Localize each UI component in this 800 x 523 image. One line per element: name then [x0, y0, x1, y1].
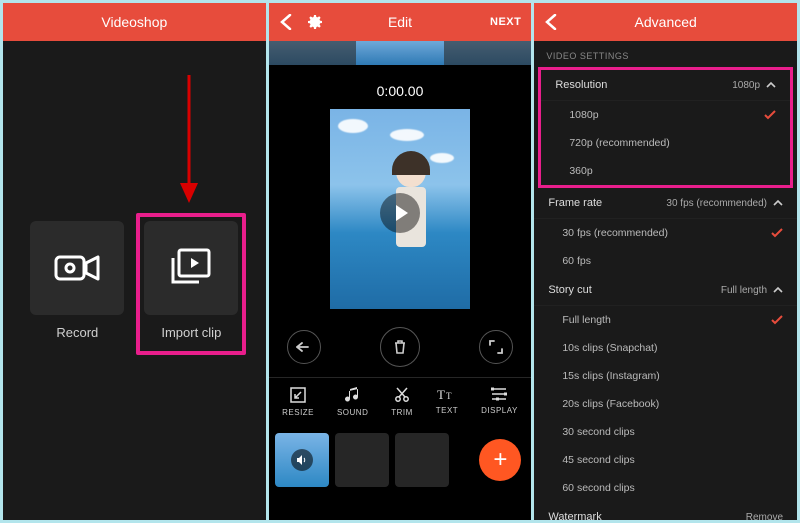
add-clip-button[interactable]: + — [479, 439, 521, 481]
import-label: Import clip — [161, 325, 221, 340]
tool-display[interactable]: DISPLAY — [481, 386, 518, 417]
clip-thumb-1[interactable] — [275, 433, 329, 487]
tool-sound[interactable]: SOUND — [337, 386, 368, 417]
record-tile-wrap: Record — [30, 221, 124, 340]
edit-title: Edit — [388, 14, 412, 30]
toolbar: RESIZE SOUND TRIM TT TEXT DISPLAY — [269, 377, 532, 429]
clip-slot-empty[interactable] — [395, 433, 449, 487]
check-icon — [771, 315, 783, 325]
tool-text[interactable]: TT TEXT — [436, 386, 458, 417]
screen-advanced: Advanced VIDEO SETTINGS Resolution 1080p… — [534, 3, 797, 520]
check-icon — [764, 110, 776, 120]
option-15s[interactable]: 15s clips (Instagram) — [534, 362, 797, 390]
preview-area — [269, 109, 532, 317]
chevron-up-icon — [766, 80, 776, 90]
option-10s[interactable]: 10s clips (Snapchat) — [534, 334, 797, 362]
svg-text:T: T — [437, 387, 445, 402]
option-60s[interactable]: 60 second clips — [534, 474, 797, 502]
control-row — [269, 317, 532, 377]
mute-icon — [291, 449, 313, 471]
clip-row: + — [269, 429, 532, 493]
back-icon[interactable] — [544, 14, 558, 30]
record-button[interactable] — [30, 221, 124, 315]
gear-icon[interactable] — [307, 14, 323, 30]
delete-button[interactable] — [380, 327, 420, 367]
record-label: Record — [56, 325, 98, 340]
section-video-settings: VIDEO SETTINGS — [534, 41, 797, 67]
tool-resize[interactable]: RESIZE — [282, 386, 314, 417]
annotation-arrow — [178, 75, 200, 205]
screen-videoshop: Videoshop Record — [3, 3, 266, 520]
header: Videoshop — [3, 3, 266, 41]
edit-body: 0:00.00 RESIZE — [269, 65, 532, 520]
tool-trim[interactable]: TRIM — [391, 386, 413, 417]
undo-button[interactable] — [287, 330, 321, 364]
import-clip-button[interactable] — [144, 221, 238, 315]
play-button[interactable] — [380, 193, 420, 233]
annotation-highlight-resolution: Resolution 1080p 1080p 720p (recommended… — [538, 67, 793, 188]
advanced-title: Advanced — [635, 14, 697, 30]
header: Edit NEXT — [269, 3, 532, 41]
import-clip-icon — [169, 248, 213, 288]
camera-icon — [54, 251, 100, 285]
option-360p[interactable]: 360p — [541, 157, 790, 185]
option-1080p[interactable]: 1080p — [541, 101, 790, 129]
option-30s[interactable]: 30 second clips — [534, 418, 797, 446]
option-30fps[interactable]: 30 fps (recommended) — [534, 219, 797, 247]
advanced-body: VIDEO SETTINGS Resolution 1080p 1080p 72… — [534, 41, 797, 520]
import-tile-wrap: Import clip — [144, 221, 238, 340]
setting-resolution[interactable]: Resolution 1080p — [541, 70, 790, 101]
next-button[interactable]: NEXT — [490, 16, 521, 28]
option-45s[interactable]: 45 second clips — [534, 446, 797, 474]
app-title: Videoshop — [101, 14, 167, 30]
option-720p[interactable]: 720p (recommended) — [541, 129, 790, 157]
chevron-up-icon — [773, 285, 783, 295]
clip-slot-empty[interactable] — [335, 433, 389, 487]
setting-watermark[interactable]: Watermark Remove — [534, 502, 797, 520]
option-fulllength[interactable]: Full length — [534, 306, 797, 334]
timeline-strip-top[interactable] — [269, 41, 532, 65]
option-20s[interactable]: 20s clips (Facebook) — [534, 390, 797, 418]
timecode: 0:00.00 — [269, 65, 532, 109]
screen-edit: Edit NEXT 0:00.00 — [269, 3, 532, 520]
check-icon — [771, 228, 783, 238]
header: Advanced — [534, 3, 797, 41]
chevron-up-icon — [773, 198, 783, 208]
svg-text:T: T — [446, 391, 452, 401]
back-icon[interactable] — [279, 14, 293, 30]
option-60fps[interactable]: 60 fps — [534, 247, 797, 275]
fullscreen-button[interactable] — [479, 330, 513, 364]
setting-storycut[interactable]: Story cut Full length — [534, 275, 797, 306]
setting-framerate[interactable]: Frame rate 30 fps (recommended) — [534, 188, 797, 219]
body: Record Import clip — [3, 41, 266, 520]
